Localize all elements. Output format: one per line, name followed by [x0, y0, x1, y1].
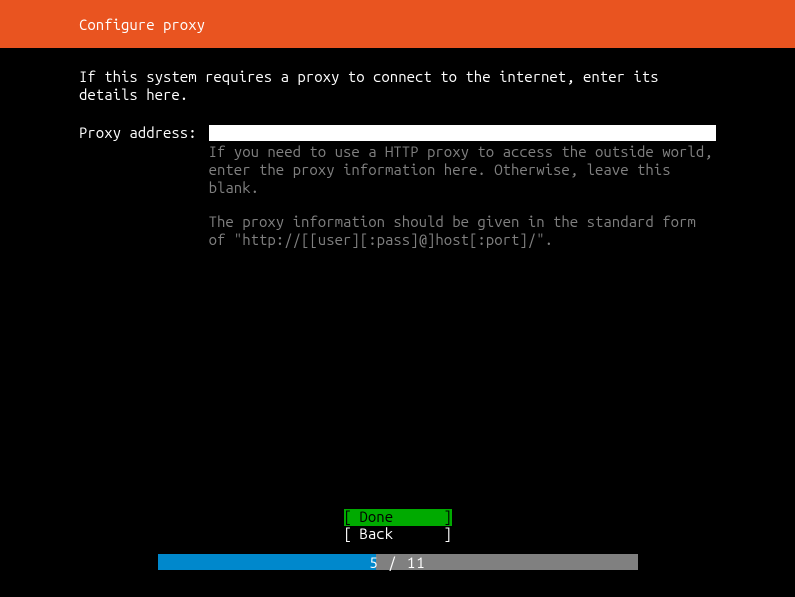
bracket-right: ] — [444, 526, 452, 543]
bracket-left: [ — [344, 526, 360, 543]
proxy-right-column: If you need to use a HTTP proxy to acces… — [209, 124, 716, 249]
done-button[interactable]: [ Done ] — [344, 509, 452, 526]
intro-text: If this system requires a proxy to conne… — [79, 68, 716, 104]
progress-text: 5 / 11 — [369, 554, 425, 571]
button-area: [ Done ] [ Back ] — [0, 509, 795, 542]
bracket-right: ] — [444, 509, 452, 526]
header-bar: Configure proxy — [0, 0, 795, 48]
proxy-address-label: Proxy address: — [79, 124, 197, 141]
bracket-left: [ — [344, 509, 360, 526]
done-button-label: Done — [360, 509, 444, 526]
proxy-help-text-1: If you need to use a HTTP proxy to acces… — [209, 143, 716, 197]
back-button-label: Back — [360, 526, 444, 543]
page-title: Configure proxy — [79, 16, 205, 33]
proxy-help-text-2: The proxy information should be given in… — [209, 213, 716, 249]
back-button[interactable]: [ Back ] — [344, 526, 452, 543]
content-area: If this system requires a proxy to conne… — [0, 48, 795, 249]
footer-bar: 5 / 11 — [0, 554, 795, 570]
progress-bar: 5 / 11 — [158, 554, 638, 570]
progress-fill — [158, 554, 376, 570]
proxy-address-input[interactable] — [209, 125, 716, 141]
proxy-form-row: Proxy address: If you need to use a HTTP… — [79, 124, 716, 249]
